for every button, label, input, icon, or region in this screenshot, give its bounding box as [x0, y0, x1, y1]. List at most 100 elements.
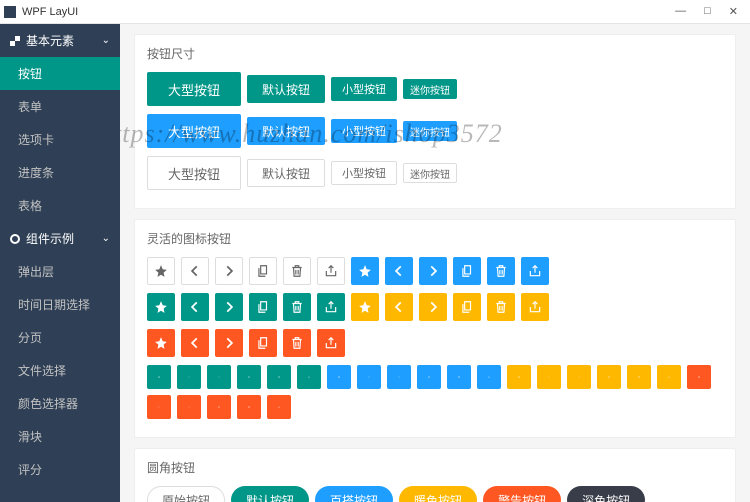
- icon-button-small[interactable]: [267, 395, 291, 419]
- icon-button[interactable]: [181, 293, 209, 321]
- sidebar-item[interactable]: 弹出层: [0, 255, 120, 288]
- sidebar-item[interactable]: 时间日期选择: [0, 288, 120, 321]
- sidebar-item[interactable]: 按钮: [0, 57, 120, 90]
- size-button[interactable]: 小型按钮: [331, 161, 397, 185]
- icon-button-small[interactable]: [177, 365, 201, 389]
- size-button[interactable]: 大型按钮: [147, 72, 241, 106]
- chev-left-icon: [188, 264, 202, 278]
- icon-button[interactable]: [487, 293, 515, 321]
- icon-button[interactable]: [283, 293, 311, 321]
- sidebar-item[interactable]: 滑块: [0, 420, 120, 453]
- size-button[interactable]: 小型按钮: [331, 119, 397, 143]
- size-button[interactable]: 大型按钮: [147, 156, 241, 190]
- size-button[interactable]: 迷你按钮: [403, 79, 457, 99]
- icon-button-small[interactable]: [597, 365, 621, 389]
- pill-button[interactable]: 百搭按钮: [315, 486, 393, 502]
- icon-button-small[interactable]: [237, 365, 261, 389]
- size-button[interactable]: 默认按钮: [247, 75, 325, 103]
- icon-button[interactable]: [249, 329, 277, 357]
- icon-button[interactable]: [351, 257, 379, 285]
- icon-button[interactable]: [215, 329, 243, 357]
- share-icon: [668, 370, 670, 384]
- minimize-button[interactable]: —: [675, 5, 686, 18]
- icon-button[interactable]: [351, 293, 379, 321]
- icon-button[interactable]: [181, 257, 209, 285]
- icon-button[interactable]: [249, 257, 277, 285]
- icon-button-small[interactable]: [627, 365, 651, 389]
- icon-button[interactable]: [317, 293, 345, 321]
- maximize-button[interactable]: □: [704, 5, 711, 18]
- icon-button-small[interactable]: [147, 365, 171, 389]
- icon-button-small[interactable]: [177, 395, 201, 419]
- icon-button[interactable]: [317, 257, 345, 285]
- panel-title: 圆角按钮: [147, 459, 723, 476]
- icon-button[interactable]: [147, 257, 175, 285]
- panel-title: 按钮尺寸: [147, 45, 723, 62]
- sidebar-group-header[interactable]: 基本元素⌄: [0, 24, 120, 57]
- app-logo-icon: [4, 6, 16, 18]
- icon-button-small[interactable]: [267, 365, 291, 389]
- icon-button[interactable]: [317, 329, 345, 357]
- size-button[interactable]: 小型按钮: [331, 77, 397, 101]
- sidebar-item[interactable]: 表格: [0, 189, 120, 222]
- icon-button[interactable]: [215, 293, 243, 321]
- icon-button[interactable]: [249, 293, 277, 321]
- icon-button[interactable]: [283, 257, 311, 285]
- icon-button[interactable]: [385, 293, 413, 321]
- pill-button[interactable]: 默认按钮: [231, 486, 309, 502]
- icon-button-small[interactable]: [297, 365, 321, 389]
- sidebar-item[interactable]: 颜色选择器: [0, 387, 120, 420]
- icon-button-small[interactable]: [357, 365, 381, 389]
- icon-button-small[interactable]: [477, 365, 501, 389]
- icon-button-small[interactable]: [327, 365, 351, 389]
- icon-button[interactable]: [453, 257, 481, 285]
- icon-button-small[interactable]: [237, 395, 261, 419]
- sidebar-item[interactable]: 进度条: [0, 156, 120, 189]
- icon-button-small[interactable]: [207, 395, 231, 419]
- icon-button[interactable]: [521, 293, 549, 321]
- icon-button-small[interactable]: [567, 365, 591, 389]
- star-icon: [358, 264, 372, 278]
- icon-button-small[interactable]: [387, 365, 411, 389]
- grid-icon: [10, 36, 20, 46]
- icon-button[interactable]: [385, 257, 413, 285]
- size-button[interactable]: 大型按钮: [147, 114, 241, 148]
- chev-left-icon: [548, 370, 550, 384]
- pill-button[interactable]: 原始按钮: [147, 486, 225, 502]
- content-area: https://www.huzhan.com/ishop3572 按钮尺寸 大型…: [120, 24, 750, 502]
- close-button[interactable]: ✕: [729, 5, 738, 18]
- trash-icon: [458, 370, 460, 384]
- icon-button[interactable]: [215, 257, 243, 285]
- icon-button[interactable]: [147, 329, 175, 357]
- size-button[interactable]: 默认按钮: [247, 159, 325, 187]
- copy-icon: [256, 336, 270, 350]
- sidebar-group-header[interactable]: 组件示例⌄: [0, 222, 120, 255]
- size-button[interactable]: 默认按钮: [247, 117, 325, 145]
- icon-button-small[interactable]: [447, 365, 471, 389]
- icon-button-small[interactable]: [147, 395, 171, 419]
- sidebar-item[interactable]: 表单: [0, 90, 120, 123]
- icon-button-small[interactable]: [687, 365, 711, 389]
- size-button[interactable]: 迷你按钮: [403, 121, 457, 141]
- icon-button[interactable]: [147, 293, 175, 321]
- pill-button[interactable]: 暖色按钮: [399, 486, 477, 502]
- icon-button[interactable]: [521, 257, 549, 285]
- icon-button[interactable]: [419, 293, 447, 321]
- sidebar-item[interactable]: 分页: [0, 321, 120, 354]
- icon-button-small[interactable]: [207, 365, 231, 389]
- icon-button[interactable]: [453, 293, 481, 321]
- icon-button-small[interactable]: [537, 365, 561, 389]
- icon-button[interactable]: [487, 257, 515, 285]
- pill-button[interactable]: 警告按钮: [483, 486, 561, 502]
- sidebar-item[interactable]: 文件选择: [0, 354, 120, 387]
- size-button[interactable]: 迷你按钮: [403, 163, 457, 183]
- sidebar-item[interactable]: 选项卡: [0, 123, 120, 156]
- icon-button-small[interactable]: [417, 365, 441, 389]
- pill-button[interactable]: 深色按钮: [567, 486, 645, 502]
- icon-button-small[interactable]: [657, 365, 681, 389]
- sidebar-item[interactable]: 评分: [0, 453, 120, 486]
- icon-button[interactable]: [419, 257, 447, 285]
- icon-button[interactable]: [181, 329, 209, 357]
- icon-button-small[interactable]: [507, 365, 531, 389]
- icon-button[interactable]: [283, 329, 311, 357]
